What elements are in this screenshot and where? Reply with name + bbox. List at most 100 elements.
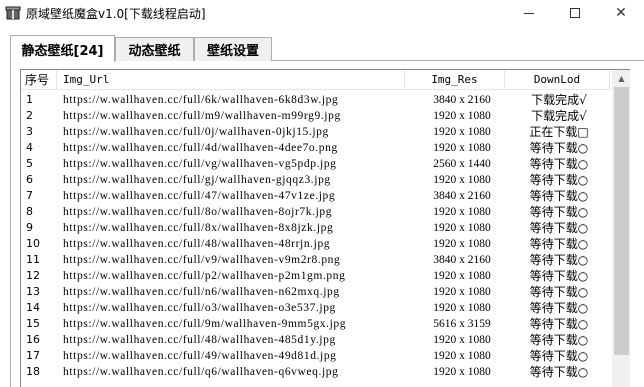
download-status: 等待下载○ [529, 173, 589, 187]
row-number: 18 [26, 365, 40, 378]
table-row[interactable]: 16 https://w.wallhaven.cc/full/48/wallhav… [21, 332, 611, 348]
row-number: 1 [26, 93, 33, 106]
download-status: 等待下载○ [529, 237, 589, 251]
row-number: 5 [26, 157, 33, 170]
table-row[interactable]: 12 https://w.wallhaven.cc/full/p2/wallhav… [21, 268, 611, 284]
download-status: 等待下载○ [529, 365, 589, 379]
image-url: https://w.wallhaven.cc/full/8o/wallhaven… [63, 206, 333, 218]
download-status: 等待下载○ [529, 333, 589, 347]
row-number: 3 [26, 125, 33, 138]
image-url: https://w.wallhaven.cc/full/48/wallhaven… [63, 334, 336, 346]
image-resolution: 1920 x 1080 [433, 222, 491, 234]
column-header-no[interactable]: 序号 [21, 70, 57, 90]
row-number: 13 [26, 285, 40, 298]
table-row[interactable]: 7 https://w.wallhaven.cc/full/47/wallhave… [21, 188, 611, 204]
vertical-scrollbar[interactable]: ▲ [612, 70, 630, 387]
image-url: https://w.wallhaven.cc/full/8x/wallhaven… [63, 222, 334, 234]
table-row[interactable]: 10 https://w.wallhaven.cc/full/48/wallhav… [21, 236, 611, 252]
wallpaper-list[interactable]: 序号 Img_Url Img_Res DownLod 1 https://w.wa… [20, 69, 630, 387]
table-row[interactable]: 13 https://w.wallhaven.cc/full/n6/wallhav… [21, 284, 611, 300]
image-resolution: 1920 x 1080 [433, 126, 491, 138]
table-row[interactable]: 18 https://w.wallhaven.cc/full/q6/wallhav… [21, 364, 611, 380]
download-status: 等待下载○ [529, 301, 589, 315]
list-header: 序号 Img_Url Img_Res DownLod [21, 70, 611, 90]
tab-static-wallpaper[interactable]: 静态壁纸[24] [10, 35, 115, 62]
image-url: https://w.wallhaven.cc/full/9m/wallhaven… [63, 318, 347, 330]
scroll-up-arrow-icon[interactable]: ▲ [612, 70, 630, 87]
table-row[interactable]: 4 https://w.wallhaven.cc/full/4d/wallhave… [21, 140, 611, 156]
download-status: 等待下载○ [529, 285, 589, 299]
download-status: 下载完成√ [531, 93, 587, 107]
image-resolution: 1920 x 1080 [433, 286, 491, 298]
maximize-button[interactable] [552, 0, 598, 26]
table-row[interactable]: 15 https://w.wallhaven.cc/full/9m/wallhav… [21, 316, 611, 332]
scrollbar-thumb[interactable] [614, 87, 629, 355]
image-url: https://w.wallhaven.cc/full/0j/wallhaven… [63, 126, 329, 138]
row-number: 15 [26, 317, 40, 330]
row-number: 4 [26, 141, 33, 154]
minimize-button[interactable] [506, 0, 552, 26]
table-row[interactable]: 2 https://w.wallhaven.cc/full/m9/wallhave… [21, 108, 611, 124]
row-number: 12 [26, 269, 40, 282]
download-status: 等待下载○ [529, 141, 589, 155]
table-row[interactable]: 8 https://w.wallhaven.cc/full/8o/wallhave… [21, 204, 611, 220]
image-resolution: 1920 x 1080 [433, 206, 491, 218]
row-number: 14 [26, 301, 40, 314]
app-box-icon [5, 6, 21, 20]
row-number: 8 [26, 205, 33, 218]
download-status: 等待下载○ [529, 221, 589, 235]
minimize-icon [524, 12, 534, 14]
table-row[interactable]: 11 https://w.wallhaven.cc/full/v9/wallhav… [21, 252, 611, 268]
column-header-url[interactable]: Img_Url [57, 70, 405, 90]
image-url: https://w.wallhaven.cc/full/v9/wallhaven… [63, 254, 341, 266]
download-status: 等待下载○ [529, 317, 589, 331]
window-title: 原域壁纸魔盒v1.0[下载线程启动] [26, 7, 206, 21]
image-url: https://w.wallhaven.cc/full/47/wallhaven… [63, 190, 336, 202]
column-header-res[interactable]: Img_Res [405, 70, 505, 90]
title-bar: 原域壁纸魔盒v1.0[下载线程启动] ✕ [0, 0, 644, 26]
image-resolution: 1920 x 1080 [433, 142, 491, 154]
download-status: 正在下载□ [529, 125, 589, 139]
image-url: https://w.wallhaven.cc/full/m9/wallhaven… [63, 110, 341, 122]
tab-wallpaper-settings[interactable]: 壁纸设置 [194, 37, 272, 61]
table-row[interactable]: 9 https://w.wallhaven.cc/full/8x/wallhave… [21, 220, 611, 236]
image-resolution: 1920 x 1080 [433, 110, 491, 122]
image-resolution: 2560 x 1440 [433, 158, 491, 170]
image-url: https://w.wallhaven.cc/full/vg/wallhaven… [63, 158, 337, 170]
image-url: https://w.wallhaven.cc/full/6k/wallhaven… [63, 94, 339, 106]
table-row[interactable]: 6 https://w.wallhaven.cc/full/gj/wallhave… [21, 172, 611, 188]
table-row[interactable]: 3 https://w.wallhaven.cc/full/0j/wallhave… [21, 124, 611, 140]
table-row[interactable]: 5 https://w.wallhaven.cc/full/vg/wallhave… [21, 156, 611, 172]
row-number: 16 [26, 333, 40, 346]
table-row[interactable]: 14 https://w.wallhaven.cc/full/o3/wallhav… [21, 300, 611, 316]
column-header-download[interactable]: DownLod [505, 70, 610, 90]
list-rows: 1 https://w.wallhaven.cc/full/6k/wallhave… [21, 92, 611, 380]
download-status: 等待下载○ [529, 189, 589, 203]
image-resolution: 3840 x 2160 [433, 254, 491, 266]
row-number: 6 [26, 173, 33, 186]
tab-dynamic-wallpaper[interactable]: 动态壁纸 [115, 37, 194, 61]
row-number: 17 [26, 349, 40, 362]
close-button[interactable]: ✕ [598, 0, 644, 26]
download-status: 等待下载○ [529, 269, 589, 283]
image-url: https://w.wallhaven.cc/full/48/wallhaven… [63, 238, 331, 250]
image-resolution: 3840 x 2160 [433, 190, 491, 202]
image-resolution: 1920 x 1080 [433, 174, 491, 186]
download-status: 下载完成√ [531, 109, 587, 123]
row-number: 2 [26, 109, 33, 122]
maximize-icon [570, 8, 580, 18]
close-icon: ✕ [615, 5, 627, 21]
download-status: 等待下载○ [529, 205, 589, 219]
row-number: 11 [26, 253, 40, 266]
image-url: https://w.wallhaven.cc/full/n6/wallhaven… [63, 286, 340, 298]
image-url: https://w.wallhaven.cc/full/gj/wallhaven… [63, 174, 331, 186]
image-resolution: 1920 x 1080 [433, 302, 491, 314]
download-status: 等待下载○ [529, 253, 589, 267]
table-row[interactable]: 17 https://w.wallhaven.cc/full/49/wallhav… [21, 348, 611, 364]
image-resolution: 1920 x 1080 [433, 270, 491, 282]
image-resolution: 1920 x 1080 [433, 334, 491, 346]
image-url: https://w.wallhaven.cc/full/q6/wallhaven… [63, 366, 339, 378]
row-number: 7 [26, 189, 33, 202]
table-row[interactable]: 1 https://w.wallhaven.cc/full/6k/wallhave… [21, 92, 611, 108]
download-status: 等待下载○ [529, 157, 589, 171]
